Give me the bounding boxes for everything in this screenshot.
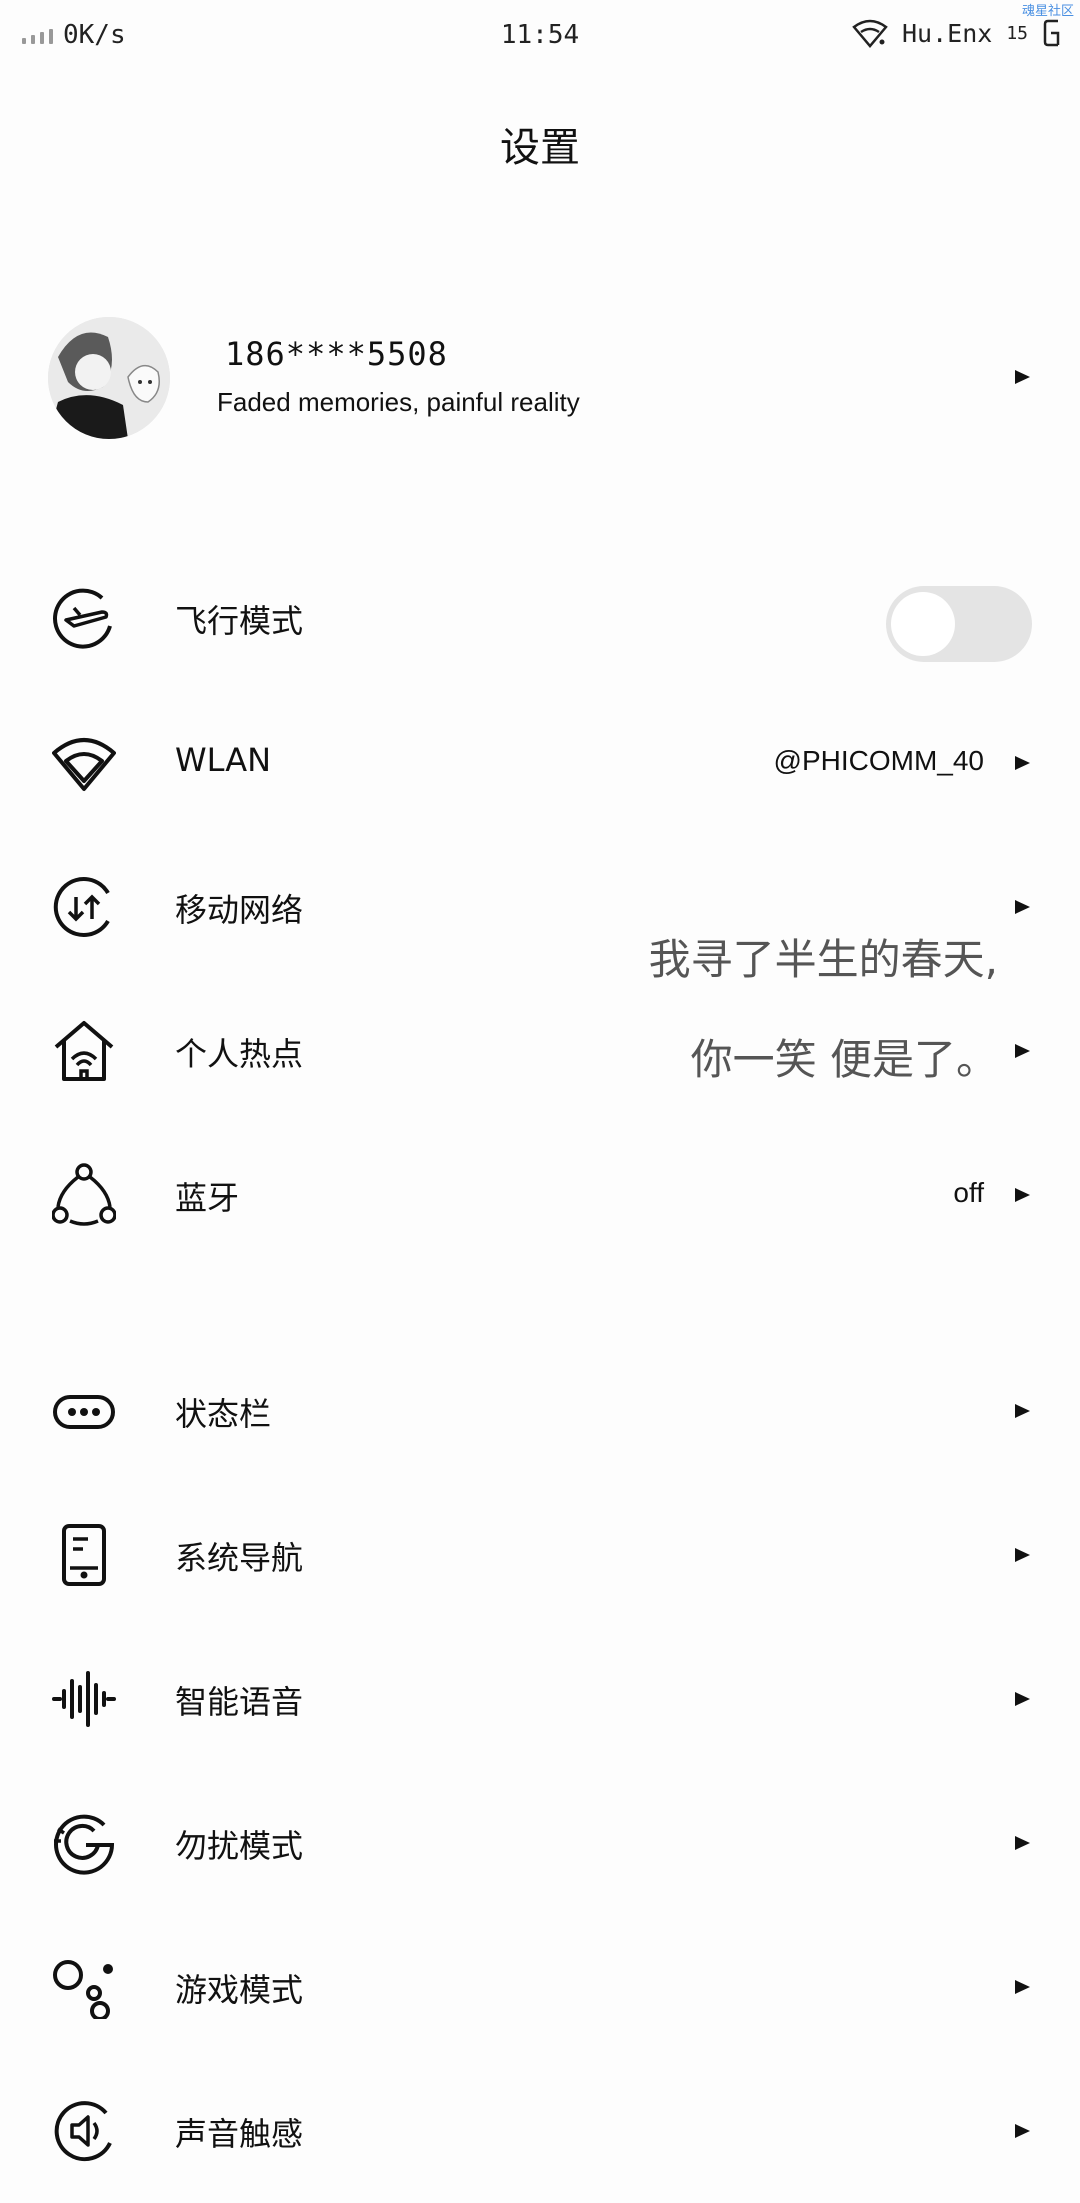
navigation-icon (52, 1523, 116, 1587)
airplane-icon (52, 586, 116, 650)
wifi-status-icon (852, 19, 888, 48)
settings-item-label: 个人热点 (175, 1035, 304, 1073)
status-right: Hu.Enx 15 (852, 18, 1062, 48)
settings-item-sound[interactable]: 声音触感 (0, 2059, 1080, 2203)
chevron-right-icon (1015, 1404, 1030, 1418)
settings-item-do-not-disturb[interactable]: 勿扰模式 (0, 1771, 1080, 1915)
settings-item-label: WLAN (175, 741, 272, 779)
settings-item-label: 智能语音 (175, 1683, 304, 1721)
mobile-data-icon (52, 875, 116, 939)
wlan-network-name: @PHICOMM_40 (773, 745, 984, 776)
bluetooth-status: off (953, 1177, 984, 1208)
settings-item-game-mode[interactable]: 游戏模式 (0, 1915, 1080, 2059)
settings-item-system-navigation[interactable]: 系统导航 (0, 1483, 1080, 1627)
hotspot-icon (52, 1019, 116, 1083)
account-number: 186****5508 (225, 335, 448, 373)
page-title: 设置 (500, 125, 580, 171)
chevron-right-icon (1015, 1044, 1030, 1058)
bluetooth-icon (51, 1163, 117, 1227)
game-mode-icon (52, 1955, 116, 2021)
settings-item-label: 勿扰模式 (175, 1827, 304, 1865)
do-not-disturb-icon (52, 1811, 116, 1875)
signal-number: 15 (1006, 22, 1028, 44)
status-bar: 0K/s 11:54 Hu.Enx 15 魂星社区 (0, 0, 1080, 75)
chevron-right-icon (1015, 900, 1030, 914)
settings-item-label: 移动网络 (175, 891, 304, 929)
quote-line: 我寻了半生的春天, (648, 935, 998, 984)
profile-signature: Faded memories, painful reality (217, 387, 580, 417)
carrier-name: Hu.Enx (902, 18, 993, 48)
airplane-mode-toggle[interactable] (886, 586, 1032, 662)
settings-item-label: 系统导航 (175, 1539, 304, 1577)
voice-icon (52, 1667, 116, 1731)
settings-item-label: 游戏模式 (175, 1971, 304, 2009)
settings-item-wlan[interactable]: WLAN @PHICOMM_40 (0, 691, 1080, 835)
chevron-right-icon (1015, 756, 1030, 770)
overlay-quote: 我寻了半生的春天, 你一笑 便是了。 (649, 910, 998, 1110)
chevron-right-icon (1015, 1548, 1030, 1562)
chevron-right-icon (1015, 1836, 1030, 1850)
chevron-right-icon (1015, 1188, 1030, 1202)
settings-item-airplane-mode[interactable]: 飞行模式 (0, 546, 1080, 690)
profile-card[interactable]: 186****5508 Faded memories, painful real… (0, 305, 1080, 450)
settings-item-bluetooth[interactable]: 蓝牙 off (0, 1123, 1080, 1267)
chevron-right-icon (1015, 370, 1030, 384)
wifi-icon (52, 731, 116, 795)
settings-item-smart-voice[interactable]: 智能语音 (0, 1627, 1080, 1771)
avatar[interactable] (48, 317, 170, 439)
battery-icon (1042, 18, 1062, 48)
chevron-right-icon (1015, 1692, 1030, 1706)
status-bar-icon (52, 1379, 116, 1443)
quote-line: 你一笑 便是了。 (690, 1035, 998, 1084)
settings-item-label: 蓝牙 (175, 1179, 240, 1217)
sound-icon (52, 2099, 116, 2163)
chevron-right-icon (1015, 2124, 1030, 2138)
chevron-right-icon (1015, 1980, 1030, 1994)
settings-item-label: 声音触感 (175, 2115, 304, 2153)
settings-item-label: 状态栏 (175, 1395, 272, 1433)
settings-item-label: 飞行模式 (175, 602, 304, 640)
settings-item-status-bar[interactable]: 状态栏 (0, 1339, 1080, 1483)
watermark-text: 魂星社区 (1021, 4, 1074, 19)
toggle-knob (891, 592, 955, 656)
